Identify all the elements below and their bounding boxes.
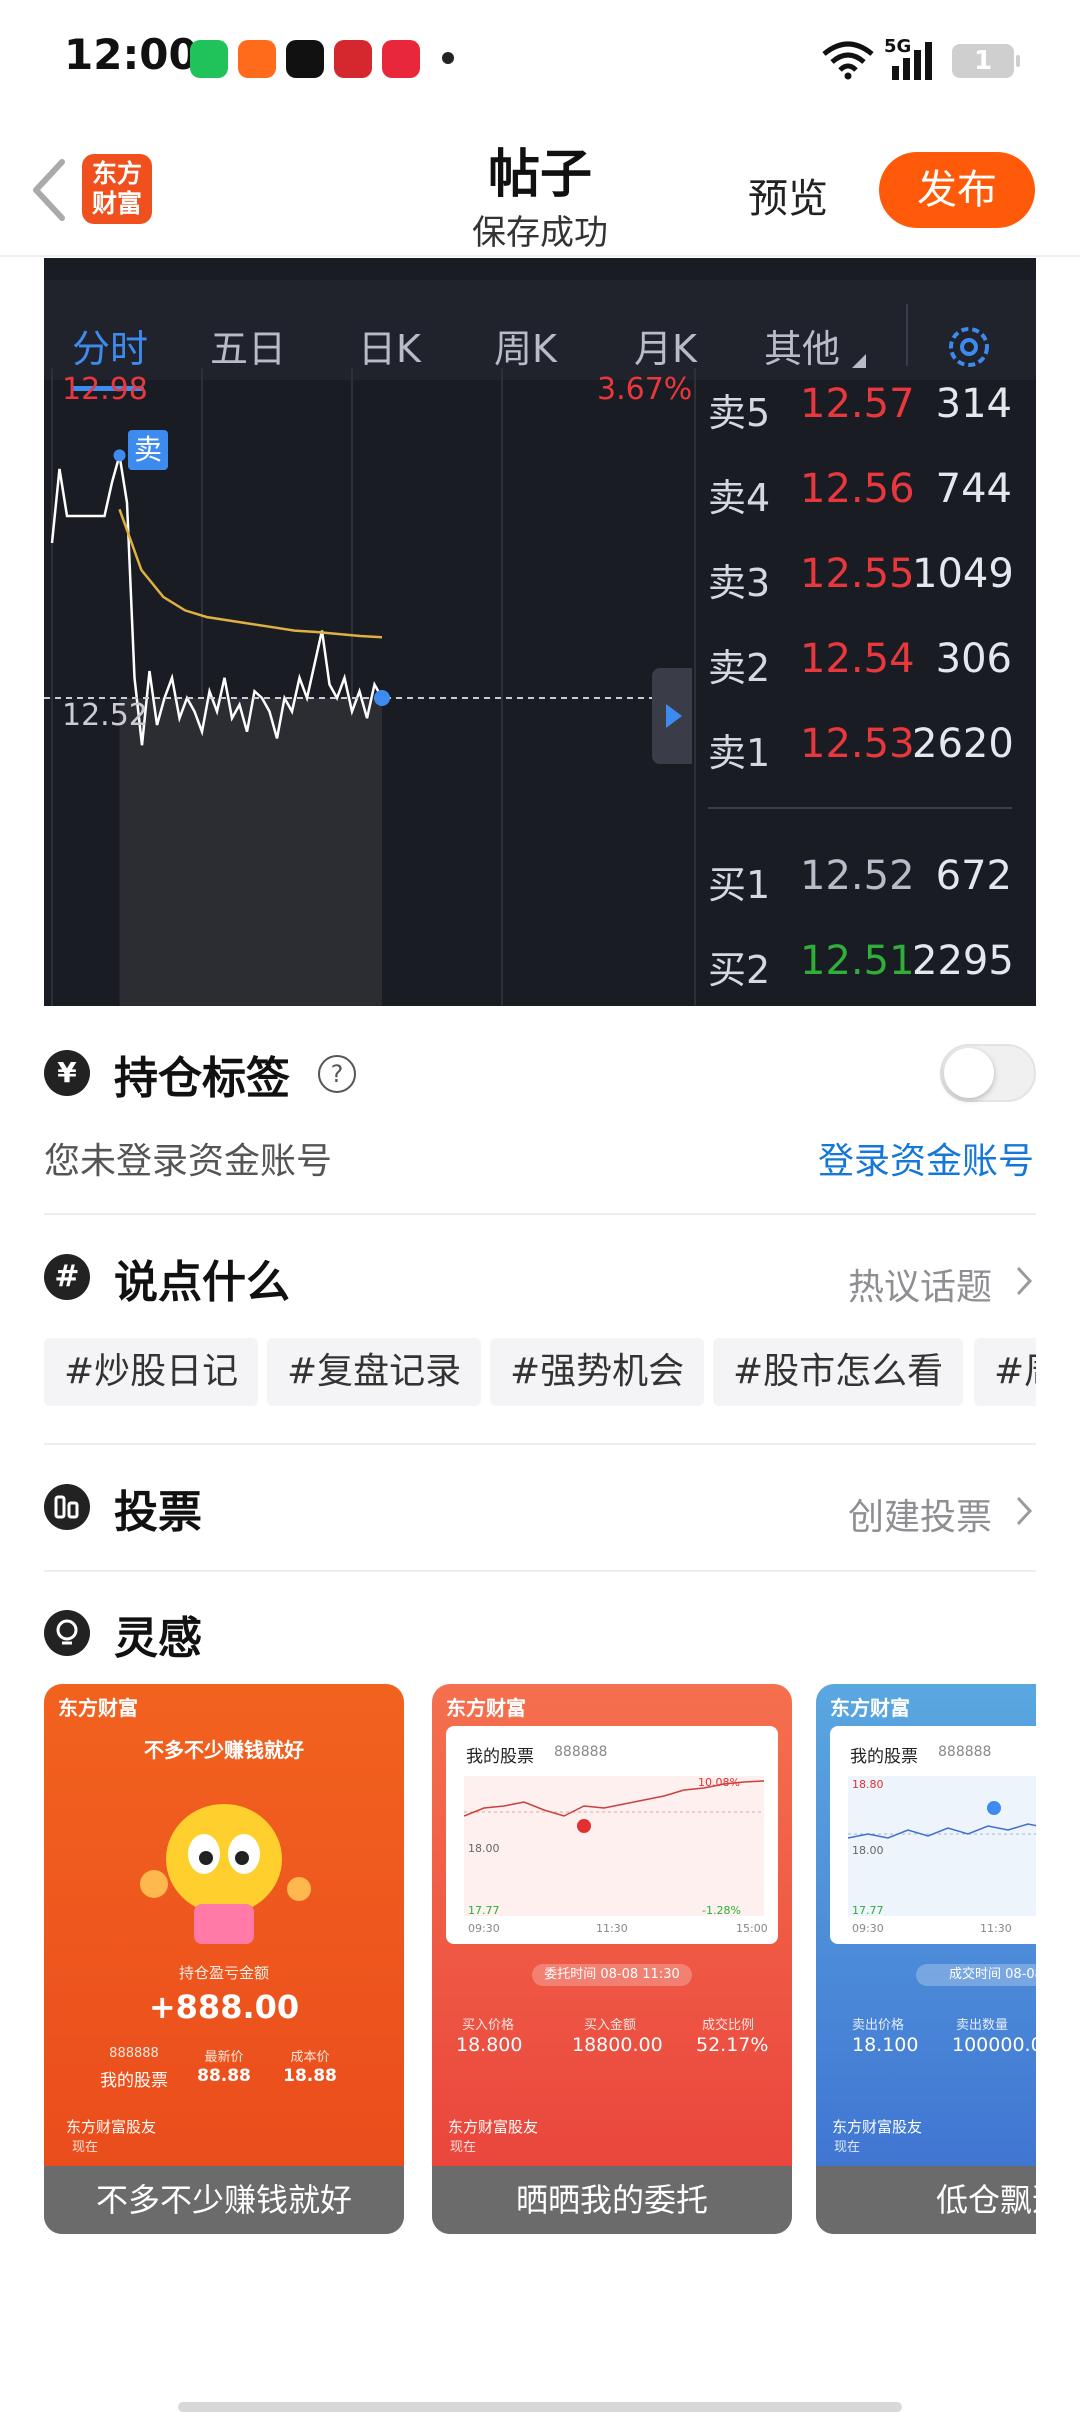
inspiration-title: 灵感 [114, 1613, 202, 1664]
latest-price-value: 88.88 [197, 2066, 251, 2086]
card-footer-label: 不多不少赚钱就好 [44, 2166, 404, 2234]
chart-mid-label: 18.00 [468, 1842, 500, 1855]
section-divider [44, 1570, 1036, 1572]
stock-code: 888888 [109, 2046, 159, 2061]
latest-price-label: 最新价 [204, 2050, 244, 2065]
fill-ratio-value: 52.17% [696, 2034, 769, 2056]
trade-time-badge: 成交时间 08-08 [916, 1964, 1036, 1986]
create-vote-link[interactable]: 创建投票 [848, 1488, 992, 1540]
stock-name: 我的股票 [466, 1747, 534, 1767]
card-user: 东方财富股友 [832, 2118, 923, 2136]
mascot-illustration [140, 1804, 311, 1944]
topic-chip[interactable]: #周 [974, 1338, 1036, 1406]
chart-mid-label: 18.00 [852, 1844, 884, 1857]
inspiration-card[interactable]: 东方财富 我的股票 888888 18.80 18.00 17.77 09:30… [816, 1684, 1036, 2234]
inspiration-cards: 东方财富 不多不少赚钱就好 持仓盈亏金额 +888.00 888888 我的股票… [44, 1684, 1036, 2234]
chart-high-label: 18.80 [852, 1778, 884, 1791]
section-divider [44, 1443, 1036, 1445]
card-headline: 不多不少赚钱就好 [144, 1738, 304, 1762]
card-chart-box: 我的股票 888888 10.08% 18.00 17.77 -1.28% 09… [446, 1726, 778, 1944]
home-indicator [178, 2402, 902, 2412]
sell-qty-value: 100000.00 [952, 2034, 1036, 2056]
buy-price-value: 18.800 [456, 2034, 523, 2056]
stock-code: 888888 [938, 1744, 992, 1760]
chart-time-start: 09:30 [468, 1922, 500, 1935]
card-time: 现在 [450, 2140, 477, 2155]
sell-price-value: 18.100 [852, 2034, 919, 2056]
cost-price-value: 18.88 [283, 2066, 337, 2086]
buy-amount-label: 买入金额 [584, 2018, 637, 2033]
topic-chip[interactable]: #股市怎么看 [713, 1338, 964, 1406]
card-user: 东方财富股友 [448, 2118, 539, 2136]
mini-price-chart [464, 1776, 764, 1916]
chart-low-pct: -1.28% [702, 1904, 741, 1917]
card-brand: 东方财富 [58, 1696, 138, 1720]
chart-low-label: 17.77 [852, 1904, 884, 1917]
fill-ratio-label: 成交比例 [702, 2018, 755, 2033]
profit-label: 持仓盈亏金额 [178, 1964, 269, 1982]
topic-chip[interactable]: #炒股日记 [44, 1338, 259, 1406]
vote-title: 投票 [114, 1487, 202, 1538]
chart-high-pct: 10.08% [698, 1776, 740, 1789]
chart-time-mid: 11:30 [980, 1922, 1012, 1935]
chevron-right-icon [1016, 1496, 1033, 1526]
chart-time-mid: 11:30 [596, 1922, 628, 1935]
card-time: 现在 [72, 2140, 99, 2155]
cost-price-label: 成本价 [290, 2050, 330, 2065]
chart-time-end: 15:00 [736, 1922, 768, 1935]
buy-amount-value: 18800.00 [572, 2034, 663, 2056]
topic-chip[interactable]: #强势机会 [490, 1338, 705, 1406]
chart-time-start: 09:30 [852, 1922, 884, 1935]
card-footer-label: 低仓飘逸 [816, 2166, 1036, 2234]
profit-value: +888.00 [148, 1988, 300, 2026]
stock-code: 888888 [554, 1744, 608, 1760]
sell-qty-label: 卖出数量 [956, 2018, 1009, 2033]
stock-name: 我的股票 [850, 1747, 918, 1767]
card-brand: 东方财富 [830, 1696, 910, 1720]
lightbulb-icon [44, 1610, 90, 1656]
card-user: 东方财富股友 [66, 2118, 157, 2136]
topic-chip[interactable]: #复盘记录 [267, 1338, 482, 1406]
chart-low-label: 17.77 [468, 1904, 500, 1917]
sell-price-label: 卖出价格 [852, 2018, 905, 2033]
inspiration-card[interactable]: 东方财富 我的股票 888888 10.08% 18.00 17.77 -1.2… [432, 1684, 792, 2234]
card-chart-box: 我的股票 888888 18.80 18.00 17.77 09:30 11:3… [830, 1726, 1036, 1944]
stock-name: 我的股票 [100, 2071, 168, 2091]
order-time-badge: 委托时间 08-08 11:30 [532, 1964, 692, 1986]
inspiration-card[interactable]: 东方财富 不多不少赚钱就好 持仓盈亏金额 +888.00 888888 我的股票… [44, 1684, 404, 2234]
poll-icon [44, 1484, 90, 1530]
card-brand: 东方财富 [446, 1696, 526, 1720]
card-footer-label: 晒晒我的委托 [432, 2166, 792, 2234]
card-time: 现在 [834, 2140, 861, 2155]
buy-price-label: 买入价格 [462, 2018, 515, 2033]
